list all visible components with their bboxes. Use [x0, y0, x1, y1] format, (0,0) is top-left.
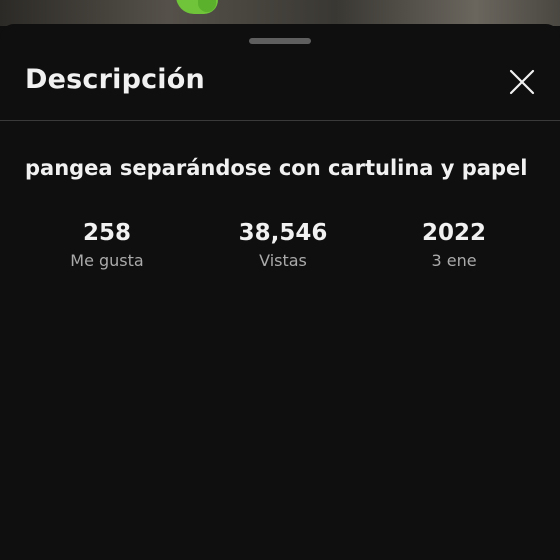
likes-count: 258: [82, 220, 131, 246]
likes-stat: 258 Me gusta: [22, 218, 192, 274]
close-button[interactable]: [504, 64, 540, 100]
header-divider: [0, 120, 560, 121]
video-stats: 258 Me gusta 38,546 Vistas 2022 3 ene: [0, 218, 560, 288]
date-stat: 2022 3 ene: [369, 218, 539, 274]
views-label: Vistas: [259, 251, 307, 270]
publish-year: 2022: [421, 220, 486, 246]
panel-header: Descripción: [0, 54, 560, 120]
description-panel: Descripción pangea separándose con cartu…: [0, 24, 560, 560]
publish-date: 3 ene: [431, 251, 477, 270]
likes-label: Me gusta: [70, 251, 144, 270]
drag-handle[interactable]: [249, 38, 311, 44]
views-count: 38,546: [238, 220, 328, 246]
panel-title: Descripción: [25, 64, 205, 95]
video-title: pangea separándose con cartulina y papel: [25, 156, 528, 180]
video-player-preview[interactable]: [0, 0, 560, 26]
close-icon: [509, 69, 535, 95]
views-stat: 38,546 Vistas: [198, 218, 368, 274]
